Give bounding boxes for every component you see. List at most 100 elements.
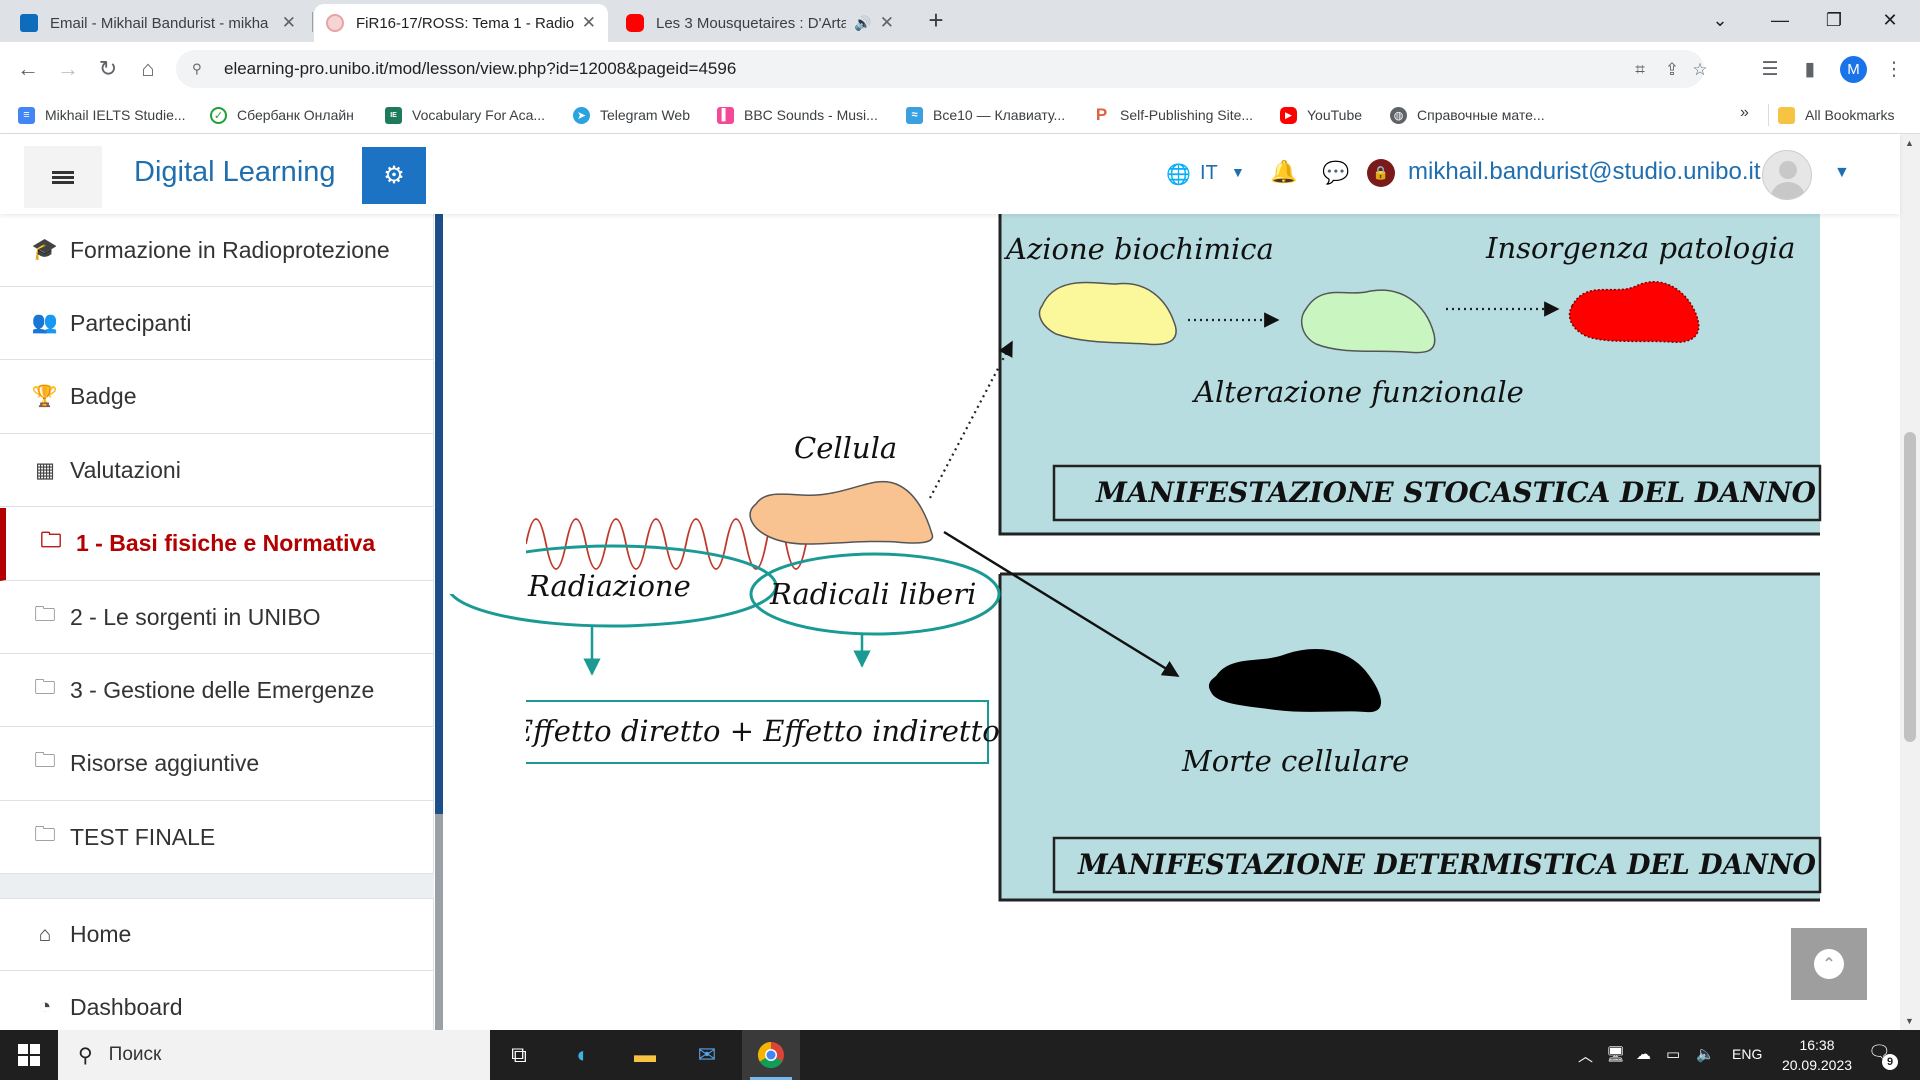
mail-icon[interactable]: ✉ [690, 1038, 724, 1072]
bookmark-item[interactable]: ◍ Справочные мате... [1390, 104, 1545, 126]
audio-playing-icon[interactable]: 🔊 [854, 15, 871, 32]
reload-icon[interactable]: ↻ [92, 53, 124, 85]
sidebar-item-label: Formazione in Radioprotezione [70, 236, 390, 263]
bbc-sounds-icon: ▌ [717, 106, 734, 124]
user-avatar[interactable] [1762, 150, 1812, 200]
forward-icon[interactable]: → [52, 53, 84, 85]
network-icon[interactable]: 🖥 [1606, 1045, 1625, 1063]
user-menu-caret-icon[interactable]: ▼ [1834, 164, 1850, 182]
bookmarks-divider [1768, 104, 1769, 126]
page-scrollbar-thumb[interactable] [1904, 432, 1916, 742]
sidebar-item[interactable]: 🎓 Formazione in Radioprotezione [0, 214, 434, 287]
task-view-icon[interactable]: ⧉ [502, 1038, 536, 1072]
bookmark-item[interactable]: ≡ Mikhail IELTS Studie... [18, 104, 186, 126]
taskbar-search[interactable]: ⚲ Поиск [58, 1030, 490, 1080]
sidebar-item[interactable]: 🗀 2 - Le sorgenti in UNIBO [0, 581, 434, 654]
tab-lesson[interactable]: FiR16-17/ROSS: Tema 1 - Radiopr ✕ [314, 4, 608, 42]
label-alterazione-funzionale: Alterazione funzionale [1191, 375, 1524, 409]
back-icon[interactable]: ← [12, 53, 44, 85]
label-azione-biochimica: Azione biochimica [1003, 232, 1274, 266]
input-language[interactable]: ENG [1732, 1046, 1762, 1062]
tray-chevron-icon[interactable]: ︿ [1578, 1045, 1593, 1066]
folder-icon: 🗀 [34, 602, 56, 626]
tab-email[interactable]: Email - Mikhail Bandurist - mikha ✕ [8, 4, 308, 42]
bookmark-item[interactable]: ✓ Сбербанк Онлайн [210, 104, 354, 126]
drawer-scrollbar-thumb[interactable] [435, 214, 443, 814]
share-icon[interactable]: ⇪ [1660, 58, 1684, 82]
scroll-down-icon[interactable]: ▼ [1905, 1016, 1914, 1026]
bell-icon[interactable]: 🔔 [1270, 159, 1297, 185]
padlock-icon[interactable]: 🔒 [1367, 159, 1395, 187]
cogs-icon: ⚙ [383, 162, 405, 189]
taskbar-clock[interactable]: 16:38 20.09.2023 [1774, 1035, 1860, 1075]
profile-avatar[interactable]: M [1840, 56, 1867, 83]
sidebar-item-label: 1 - Basi fisiche e Normativa [76, 530, 376, 557]
sidebar-item-label: 2 - Le sorgenti in UNIBO [70, 603, 321, 630]
scroll-up-icon[interactable]: ▲ [1905, 138, 1914, 148]
address-bar[interactable]: ⚲ elearning-pro.unibo.it/mod/lesson/view… [176, 50, 1708, 88]
bookmark-item[interactable]: ≈ Все10 — Клавиату... [906, 104, 1065, 126]
sidebar-item[interactable]: ⌂ Home [0, 898, 434, 971]
edge-icon[interactable]: ◐ [566, 1038, 600, 1072]
start-button[interactable] [0, 1030, 58, 1080]
onedrive-icon[interactable]: ☁ [1636, 1045, 1651, 1063]
moodle-navbar: Digital Learning ⚙ 🌐 IT ▼ 🔔 💬 🔒 mikhail.… [0, 134, 1900, 214]
close-tab-icon[interactable]: ✕ [582, 13, 596, 33]
drawer-scrollbar[interactable] [434, 214, 444, 1030]
folder-icon: 🗀 [34, 822, 56, 846]
user-menu-name[interactable]: mikhail.bandurist@studio.unibo.it [1408, 158, 1761, 186]
file-explorer-icon[interactable]: ▬ [628, 1038, 662, 1072]
sidebar-item[interactable]: 🗀 Risorse aggiuntive [0, 727, 434, 801]
sidebar-item[interactable]: ▦ Valutazioni [0, 434, 434, 508]
sidebar-item[interactable]: 🏆 Badge [0, 360, 434, 434]
chrome-icon[interactable] [754, 1038, 788, 1072]
site-info-icon[interactable]: ⚲ [192, 61, 208, 77]
home-icon[interactable]: ⌂ [132, 53, 164, 85]
home-icon: ⌂ [38, 922, 52, 946]
all-bookmarks[interactable]: All Bookmarks [1778, 104, 1894, 126]
battery-icon[interactable]: ▭ [1666, 1045, 1680, 1063]
volume-icon[interactable]: 🔈 [1696, 1045, 1715, 1063]
youtube-icon [626, 14, 644, 32]
bookmark-star-icon[interactable]: ☆ [1688, 58, 1712, 82]
translate-icon[interactable]: ⌗ [1628, 58, 1652, 82]
messages-icon[interactable]: 💬 [1322, 160, 1349, 186]
site-brand[interactable]: Digital Learning [134, 156, 336, 189]
menu-kebab-icon[interactable]: ⋮ [1880, 55, 1908, 83]
new-tab-button[interactable]: + [906, 0, 966, 40]
sidebar-item[interactable]: 🗀 1 - Basi fisiche e Normativa [0, 507, 434, 581]
close-tab-icon[interactable]: ✕ [282, 13, 296, 33]
minimize-icon[interactable]: — [1750, 0, 1810, 40]
side-panel-icon[interactable]: ▮ [1796, 55, 1824, 83]
bookmark-item[interactable]: ➤ Telegram Web [573, 104, 690, 126]
hamburger-icon [52, 169, 74, 186]
drawer-toggle-button[interactable] [24, 146, 102, 208]
page-scrollbar[interactable]: ▲ ▼ [1900, 134, 1920, 1030]
sidebar-item[interactable]: 👥 Partecipanti [0, 287, 434, 361]
bookmark-item[interactable]: ▌ BBC Sounds - Musi... [717, 104, 878, 126]
close-tab-icon[interactable]: ✕ [880, 13, 894, 33]
bookmark-item[interactable]: P Self-Publishing Site... [1093, 104, 1253, 126]
back-to-top-button[interactable]: ⌃ [1791, 928, 1867, 1000]
restore-icon[interactable]: ❐ [1804, 0, 1864, 40]
ielts-icon: IE [385, 106, 402, 124]
tab-search-icon[interactable]: ⌄ [1690, 0, 1750, 40]
notification-center-icon[interactable]: 🗨 9 [1868, 1042, 1898, 1070]
chevron-up-icon: ⌃ [1814, 949, 1844, 979]
language-menu[interactable]: IT [1200, 162, 1218, 185]
sidebar-item[interactable]: 🗀 3 - Gestione delle Emergenze [0, 654, 434, 728]
banner-stocastica-text: MANIFESTAZIONE STOCASTICA DEL DANNO [1095, 476, 1817, 509]
globe-icon[interactable]: 🌐 [1166, 162, 1191, 187]
notification-count: 9 [1882, 1054, 1898, 1070]
more-bookmarks-icon[interactable]: » [1740, 104, 1749, 122]
cogs-button[interactable]: ⚙ [362, 147, 426, 204]
tab-youtube[interactable]: Les 3 Mousquetaires : D'Arta 🔊 ✕ [614, 4, 906, 42]
bookmark-item[interactable]: ▶ YouTube [1280, 104, 1362, 126]
bookmark-item[interactable]: IE Vocabulary For Aca... [385, 104, 545, 126]
graduation-cap-icon: 🎓 [31, 238, 59, 261]
close-window-icon[interactable]: ✕ [1860, 0, 1920, 40]
caret-down-icon[interactable]: ▼ [1231, 164, 1245, 180]
tab-title: Email - Mikhail Bandurist - mikha [50, 14, 269, 32]
reading-list-icon[interactable]: ☰ [1756, 55, 1784, 83]
sidebar-item[interactable]: 🗀 TEST FINALE [0, 801, 434, 875]
